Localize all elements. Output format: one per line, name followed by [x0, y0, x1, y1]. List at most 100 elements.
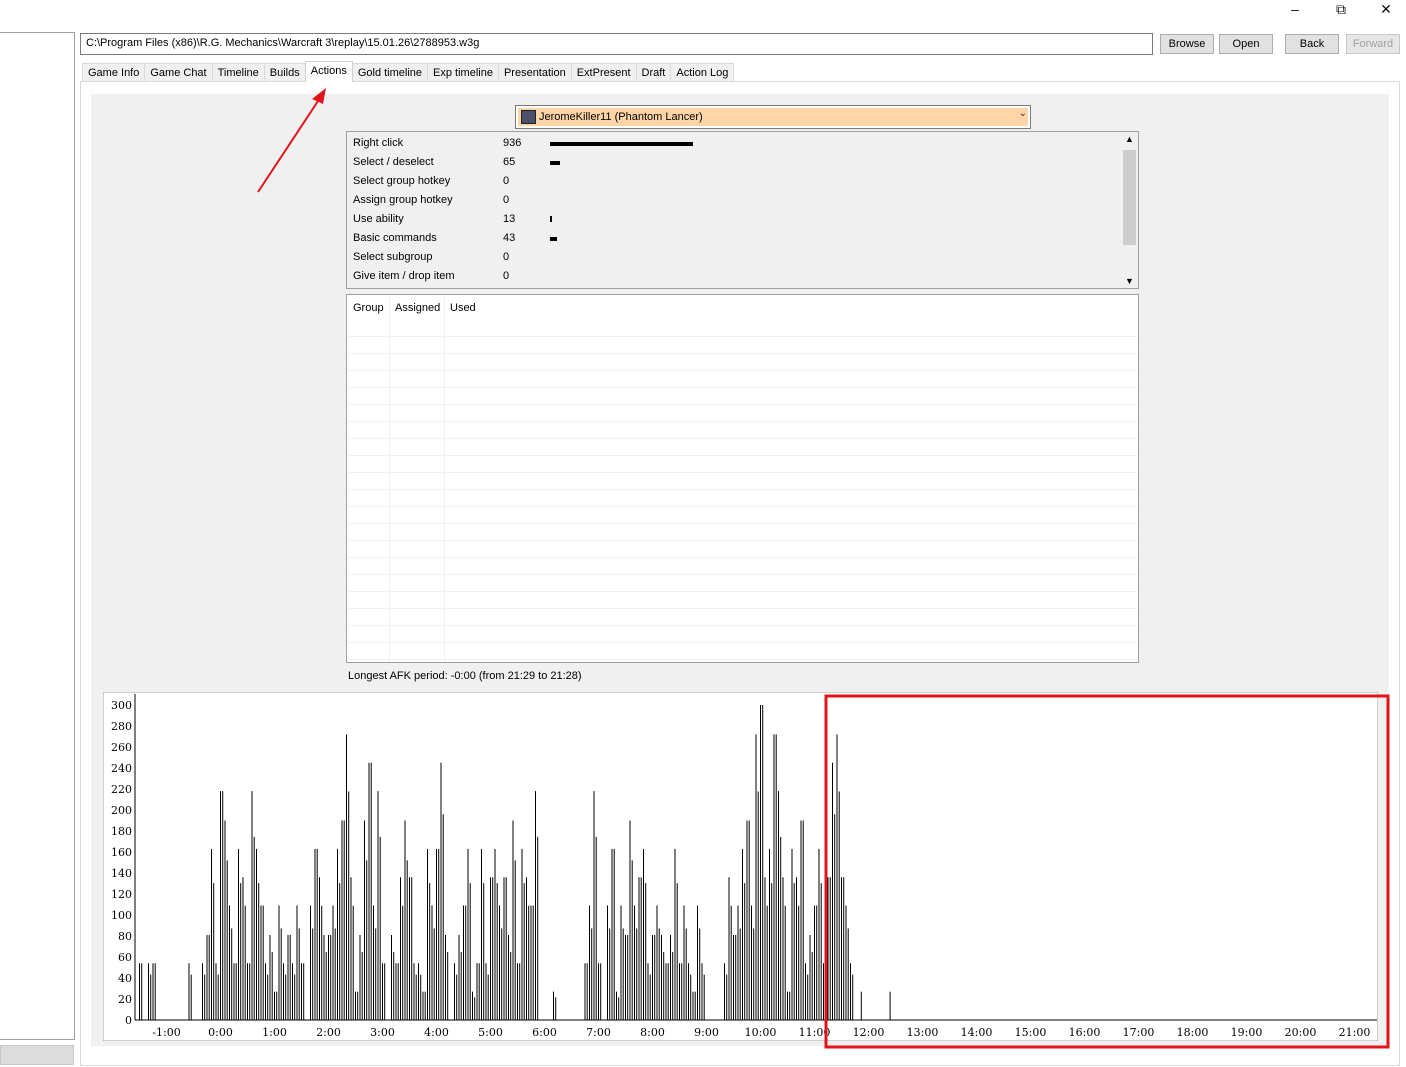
action-row[interactable]: Select subgroup 0 [353, 248, 1113, 267]
action-label: Select / deselect [353, 156, 434, 168]
action-label: Right click [353, 137, 404, 149]
restore-button[interactable]: ⧉ [1318, 0, 1364, 20]
list-scrollbar[interactable]: ▲ ▼ [1121, 132, 1138, 288]
tab-presentation[interactable]: Presentation [497, 63, 572, 82]
tab-action-log[interactable]: Action Log [670, 63, 735, 82]
x-tick-label: 12:00 [853, 1026, 885, 1039]
action-counts-list[interactable]: Right click 936 Select / deselect 65 Select … [346, 131, 1139, 289]
action-row[interactable]: Use ability 13 [353, 210, 1113, 229]
close-icon: ✕ [1380, 1, 1392, 17]
x-tick-label: -1:00 [152, 1026, 180, 1039]
column-header-assigned[interactable]: Assigned [395, 302, 440, 314]
tab-draft[interactable]: Draft [635, 63, 672, 82]
action-count: 65 [503, 156, 516, 168]
x-tick-label: 11:00 [799, 1026, 831, 1039]
left-status-bar [0, 1045, 74, 1065]
restore-icon: ⧉ [1336, 1, 1346, 17]
forward-button[interactable]: Forward [1346, 34, 1400, 54]
x-tick-label: 17:00 [1123, 1026, 1155, 1039]
y-tick-label: 100 [111, 909, 132, 922]
x-tick-label: 15:00 [1015, 1026, 1047, 1039]
y-tick-label: 0 [125, 1014, 132, 1027]
y-tick-label: 240 [111, 762, 132, 775]
x-tick-label: 6:00 [532, 1026, 557, 1039]
action-count: 936 [503, 137, 522, 149]
column-header-used[interactable]: Used [450, 302, 476, 314]
x-tick-label: 21:00 [1339, 1026, 1371, 1039]
tab-game-info[interactable]: Game Info [82, 63, 146, 82]
tab-builds[interactable]: Builds [263, 63, 306, 82]
x-tick-label: 18:00 [1177, 1026, 1209, 1039]
back-button[interactable]: Back [1285, 34, 1339, 54]
y-tick-label: 40 [118, 972, 132, 985]
tab-timeline[interactable]: Timeline [211, 63, 265, 82]
scrollbar-thumb[interactable] [1123, 150, 1136, 245]
action-label: Basic commands [353, 232, 437, 244]
action-count: 43 [503, 232, 516, 244]
groups-table[interactable]: Group Assigned Used [346, 294, 1139, 663]
x-tick-label: 14:00 [961, 1026, 993, 1039]
x-tick-label: 20:00 [1285, 1026, 1317, 1039]
player-select[interactable]: JeromeKiller11 (Phantom Lancer) ⌄ [515, 105, 1031, 129]
x-tick-label: 16:00 [1069, 1026, 1101, 1039]
y-tick-label: 60 [118, 951, 132, 964]
open-button[interactable]: Open [1219, 34, 1273, 54]
tab-gold-timeline[interactable]: Gold timeline [351, 63, 429, 82]
action-count: 0 [503, 175, 510, 187]
action-row[interactable]: Select group hotkey 0 [353, 172, 1113, 191]
scroll-up-icon[interactable]: ▲ [1125, 134, 1134, 144]
x-tick-label: 5:00 [478, 1026, 503, 1039]
longest-afk-text: Longest AFK period: -0:00 (from 21:29 to… [348, 670, 582, 682]
action-count: 13 [503, 213, 516, 225]
x-tick-label: 2:00 [316, 1026, 341, 1039]
action-row[interactable]: Select / deselect 65 [353, 153, 1113, 172]
action-label: Give item / drop item [353, 270, 455, 282]
tab-actions[interactable]: Actions [304, 61, 353, 82]
action-count-bar [550, 216, 552, 222]
action-row[interactable]: Right click 936 [353, 134, 1113, 153]
y-tick-label: 140 [111, 867, 132, 880]
x-tick-label: 13:00 [907, 1026, 939, 1039]
x-tick-label: 9:00 [694, 1026, 719, 1039]
replay-path-input[interactable]: C:\Program Files (x86)\R.G. Mechanics\Wa… [80, 33, 1153, 55]
x-tick-label: 4:00 [424, 1026, 449, 1039]
action-label: Use ability [353, 213, 404, 225]
y-tick-label: 160 [111, 846, 132, 859]
y-tick-label: 180 [111, 825, 132, 838]
column-header-group[interactable]: Group [353, 302, 384, 314]
x-tick-label: 8:00 [640, 1026, 665, 1039]
hero-portrait-icon [521, 110, 536, 124]
scroll-down-icon[interactable]: ▼ [1125, 276, 1134, 286]
x-tick-label: 19:00 [1231, 1026, 1263, 1039]
action-label: Select group hotkey [353, 175, 451, 187]
action-count: 0 [503, 270, 510, 282]
y-tick-label: 120 [111, 888, 132, 901]
chevron-down-icon: ⌄ [1018, 108, 1027, 119]
y-tick-label: 80 [118, 930, 132, 943]
replay-tree-pane[interactable] [0, 32, 75, 1040]
groups-table-header: Group Assigned Used [347, 295, 1137, 319]
close-button[interactable]: ✕ [1363, 0, 1406, 20]
y-tick-label: 20 [118, 993, 132, 1006]
apm-chart: 0 20 40 60 80 100 120 140 160 180 200 220 240 260 280 3… [103, 692, 1378, 1041]
minimize-button[interactable]: – [1272, 0, 1318, 20]
tab-game-chat[interactable]: Game Chat [144, 63, 213, 82]
action-count-bar [550, 237, 557, 241]
action-count-bar [550, 161, 560, 165]
action-count: 0 [503, 194, 510, 206]
x-tick-label: 7:00 [586, 1026, 611, 1039]
player-select-value: JeromeKiller11 (Phantom Lancer) [518, 108, 1028, 126]
tab-exp-timeline[interactable]: Exp timeline [427, 63, 499, 82]
y-tick-label: 200 [111, 804, 132, 817]
minimize-icon: – [1291, 1, 1299, 17]
browse-button[interactable]: Browse [1160, 34, 1214, 54]
action-row[interactable]: Assign group hotkey 0 [353, 191, 1113, 210]
action-row[interactable]: Basic commands 43 [353, 229, 1113, 248]
action-row[interactable]: Give item / drop item 0 [353, 267, 1113, 286]
tab-extpresent[interactable]: ExtPresent [570, 63, 637, 82]
y-tick-label: 280 [111, 720, 132, 733]
tab-bar: Game Info Game Chat Timeline Builds Actions G… [82, 61, 735, 82]
x-tick-label: 0:00 [208, 1026, 233, 1039]
x-tick-label: 1:00 [262, 1026, 287, 1039]
action-label: Select subgroup [353, 251, 433, 263]
